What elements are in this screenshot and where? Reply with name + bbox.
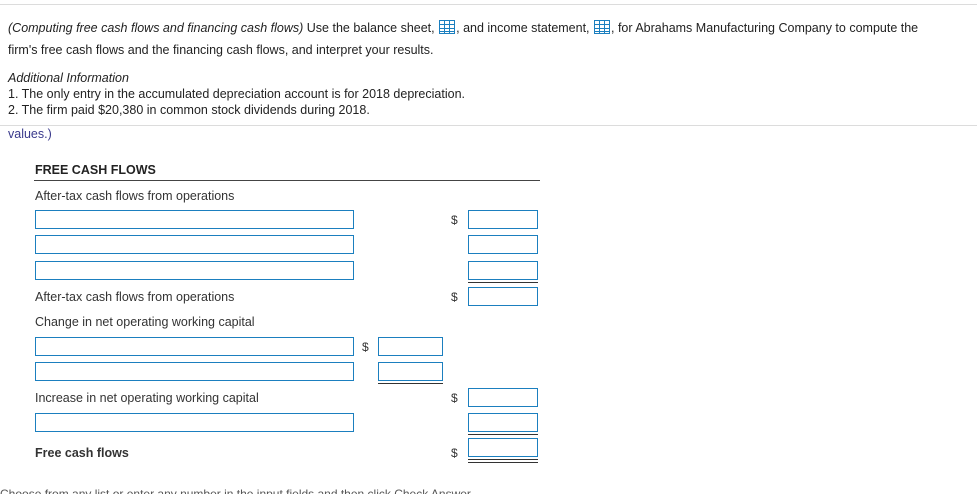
after-tax-item-1-amount[interactable] [468,210,538,229]
fcf-item-input[interactable] [35,413,354,432]
after-tax-item-2-input[interactable] [35,235,354,254]
additional-info-item: 2. The firm paid $20,380 in common stock… [8,103,370,117]
after-tax-item-2-amount[interactable] [468,235,538,254]
top-divider [0,4,977,5]
additional-info-heading: Additional Information [8,71,129,85]
change-nowc-label: Change in net operating working capital [35,315,255,329]
section-divider [0,125,977,126]
dollar-sign: $ [451,446,458,460]
question-text-part: , and income statement, [456,21,590,35]
bottom-instruction: Choose from any list or enter any number… [0,487,474,494]
question-topic: (Computing free cash flows and financing… [8,21,304,35]
after-tax-item-3-amount[interactable] [468,261,538,280]
increase-nowc-label: Increase in net operating working capita… [35,391,259,405]
after-tax-item-1-input[interactable] [35,210,354,229]
after-tax-total-label: After-tax cash flows from operations [35,290,235,304]
after-tax-item-3-input[interactable] [35,261,354,280]
nowc-item-1-input[interactable] [35,337,354,356]
nowc-item-1-amount[interactable] [378,337,443,356]
balance-sheet-icon[interactable] [439,20,456,34]
nowc-underline [378,383,443,384]
free-cash-flows-amount[interactable] [468,438,538,457]
total-double-underline-2 [468,462,538,463]
income-statement-icon[interactable] [594,20,611,34]
fcf-subtotal-underline [468,434,538,435]
nowc-item-2-input[interactable] [35,362,354,381]
fcf-item-amount[interactable] [468,413,538,432]
after-tax-heading: After-tax cash flows from operations [35,189,235,203]
free-cash-flows-label: Free cash flows [35,446,129,460]
nowc-item-2-amount[interactable] [378,362,443,381]
values-note: values.) [8,127,52,141]
question-text-line2: firm's free cash flows and the financing… [8,43,434,57]
dollar-sign: $ [451,213,458,227]
subtotal-underline [468,282,538,283]
total-double-underline-1 [468,459,538,460]
dollar-sign: $ [451,290,458,304]
title-underline [34,180,540,181]
question-text: (Computing free cash flows and financing… [8,17,973,61]
increase-nowc-amount[interactable] [468,388,538,407]
dollar-sign: $ [362,340,369,354]
question-text-part: , for Abrahams Manufacturing Company to … [611,21,919,35]
additional-info-item: 1. The only entry in the accumulated dep… [8,87,465,101]
free-cash-flows-title: FREE CASH FLOWS [35,163,156,177]
additional-information: Additional Information 1. The only entry… [8,70,465,118]
question-text-part: Use the balance sheet, [303,21,435,35]
dollar-sign: $ [451,391,458,405]
after-tax-total-amount[interactable] [468,287,538,306]
